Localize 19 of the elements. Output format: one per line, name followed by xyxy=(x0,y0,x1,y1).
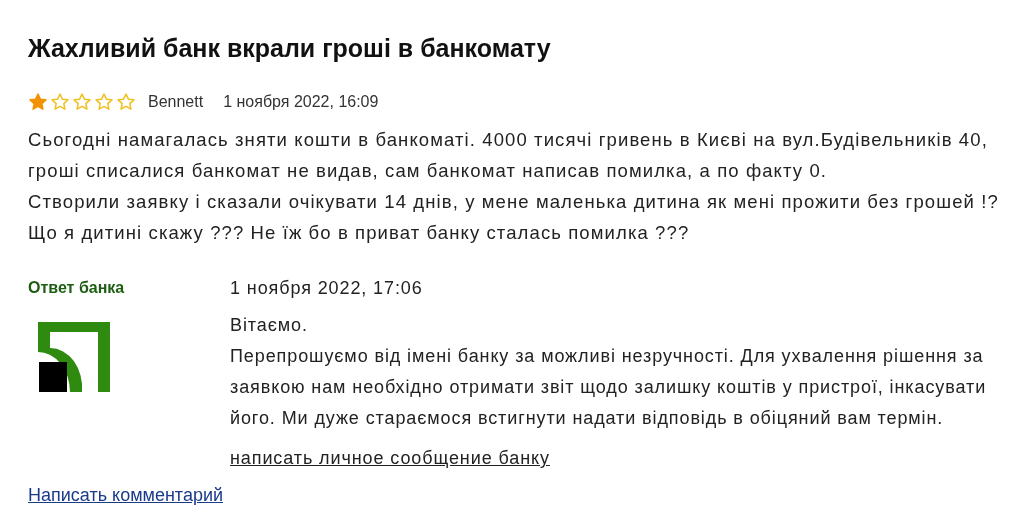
empty-star-icon xyxy=(116,92,136,112)
author-name: Bennett xyxy=(148,92,204,112)
reply-text: Перепрошуємо від імені банку за можливі незручності. Для ухвалення рішення за заявкою нам необхідно отримати звіт щодо залишку коштів у пристрої, інкасувати його. Ми дуже стараємося встигнути надати відповідь в обіцяний вам термін. xyxy=(230,345,987,430)
filled-star-icon xyxy=(28,92,48,112)
empty-star-icon xyxy=(50,92,70,112)
review-text-line: гроші списалися банкомат не видав, сам банкомат написав помилка, а по факту 0. xyxy=(28,159,828,183)
review-text-line: Що я дитині скажу ??? Не їж бо в приват банку сталась помилка ??? xyxy=(28,221,690,245)
empty-star-icon xyxy=(94,92,114,112)
bank-reply-label: Ответ банка xyxy=(28,278,125,298)
reply-greeting: Вітаємо. xyxy=(230,314,308,337)
private-message-link[interactable]: написать личное сообщение банку xyxy=(230,444,550,472)
empty-star-icon xyxy=(72,92,92,112)
review-title: Жахливий банк вкрали гроші в банкомату xyxy=(28,33,551,64)
write-comment-link[interactable]: Написать комментарий xyxy=(28,482,223,508)
review-date: 1 ноября 2022, 16:09 xyxy=(223,92,379,112)
review-text-line: Створили заявку і сказали очікувати 14 днів, у мене маленька дитина як мені прожити без грошей !? xyxy=(28,190,999,214)
reply-date: 1 ноября 2022, 17:06 xyxy=(230,277,423,300)
review-text-line: Сьогодні намагалась зняти кошти в банкоматі. 4000 тисячі гривень в Києві на вул.Будівельників 40, xyxy=(28,128,988,152)
bank-logo xyxy=(38,322,110,392)
